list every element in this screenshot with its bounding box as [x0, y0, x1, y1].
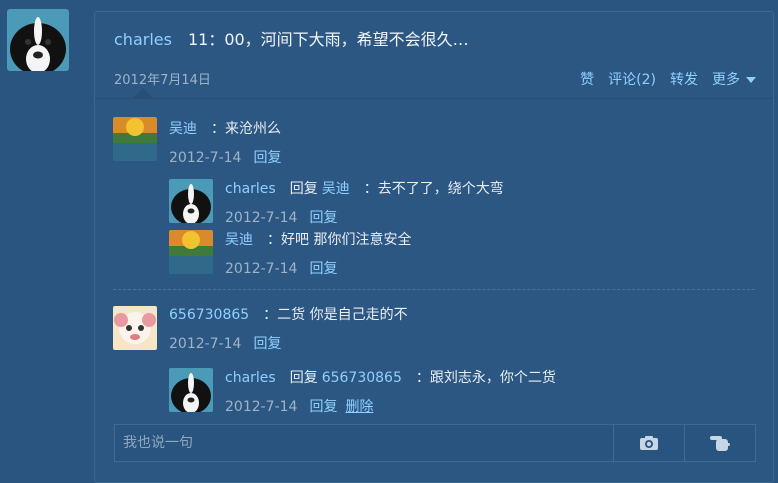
reply-link[interactable]: 回复	[309, 261, 337, 277]
reply-text: ：跟刘志永，你个二货	[415, 370, 556, 386]
repost-button[interactable]: 转发	[670, 69, 698, 89]
sunflower-avatar-image	[113, 117, 157, 161]
post-date: 2012年7月14日	[114, 73, 211, 88]
comment-author[interactable]: 656730865	[169, 307, 249, 323]
comment-meta: 2012-7-14 回复	[169, 147, 281, 167]
comment-notch	[133, 88, 153, 98]
poster-avatar[interactable]	[7, 9, 69, 71]
comment-button[interactable]: 评论(2)	[608, 69, 656, 89]
reply-link[interactable]: 回复	[309, 399, 337, 415]
avatar[interactable]	[169, 179, 213, 223]
reply-link[interactable]: 回复	[253, 150, 281, 166]
comment-text: ：二货 你是自己走的不	[263, 307, 408, 323]
reply-author[interactable]: charles	[225, 370, 276, 386]
delete-link[interactable]: 删除	[345, 399, 373, 415]
dog-avatar-image	[169, 179, 213, 223]
reply-text: ：好吧 那你们注意安全	[267, 232, 412, 248]
reply-date: 2012-7-14	[225, 210, 298, 226]
comment-separator	[113, 289, 755, 290]
pointing-hand-icon	[710, 436, 730, 451]
comment-date: 2012-7-14	[169, 150, 242, 166]
like-button[interactable]: 赞	[580, 69, 594, 89]
reply-link[interactable]: 回复	[309, 210, 337, 226]
reply-date: 2012-7-14	[225, 399, 298, 415]
reply-text: ：去不了了，绕个大弯	[363, 181, 504, 197]
more-label: 更多	[712, 72, 740, 88]
comment-meta: 2012-7-14 回复	[169, 333, 281, 353]
post-card: charles 11：00，河间下大雨，希望不会很久… 2012年7月14日 赞 …	[94, 11, 774, 483]
post-divider	[95, 98, 773, 99]
camera-icon	[640, 436, 658, 450]
reply-date: 2012-7-14	[225, 261, 298, 277]
avatar[interactable]	[113, 117, 157, 161]
post-header: charles 11：00，河间下大雨，希望不会很久…	[114, 26, 469, 50]
reply-line: charles 回复 656730865 ：跟刘志永，你个二货	[225, 367, 556, 387]
comment-date: 2012-7-14	[169, 336, 242, 352]
reply-meta: 2012-7-14 回复	[225, 207, 337, 227]
reply-link[interactable]: 回复	[253, 336, 281, 352]
dog-avatar-image	[169, 368, 213, 412]
chevron-down-icon	[746, 77, 756, 83]
send-button[interactable]	[684, 425, 755, 461]
avatar[interactable]	[169, 230, 213, 274]
comment-line: 656730865 ：二货 你是自己走的不	[169, 304, 408, 324]
cartoon-sheep-avatar-image	[113, 306, 157, 350]
reply-author[interactable]: 吴迪	[225, 232, 253, 248]
reply-to-user[interactable]: 吴迪	[322, 181, 350, 197]
reply-line: 吴迪 ：好吧 那你们注意安全	[225, 229, 411, 249]
avatar[interactable]	[113, 306, 157, 350]
sunflower-avatar-image	[169, 230, 213, 274]
reply-prefix: 回复	[289, 370, 318, 386]
post-text: 11：00，河间下大雨，希望不会很久…	[187, 30, 469, 49]
reply-line: charles 回复 吴迪 ：去不了了，绕个大弯	[225, 178, 504, 198]
reply-box	[114, 424, 756, 462]
comment-author[interactable]: 吴迪	[169, 121, 197, 137]
reply-meta: 2012-7-14 回复	[225, 258, 337, 278]
more-button[interactable]: 更多	[712, 69, 756, 89]
post-author[interactable]: charles	[114, 30, 172, 49]
post-actions: 赞 评论(2) 转发 更多	[580, 69, 756, 89]
comment-line: 吴迪 ：来沧州么	[169, 118, 281, 138]
reply-author[interactable]: charles	[225, 181, 276, 197]
reply-prefix: 回复	[289, 181, 318, 197]
avatar[interactable]	[169, 368, 213, 412]
reply-to-user[interactable]: 656730865	[322, 370, 402, 386]
dog-avatar-image	[7, 9, 69, 71]
comment-text: ：来沧州么	[211, 121, 281, 137]
photo-button[interactable]	[613, 425, 684, 461]
reply-input[interactable]	[115, 425, 613, 461]
reply-meta: 2012-7-14 回复 删除	[225, 396, 373, 416]
